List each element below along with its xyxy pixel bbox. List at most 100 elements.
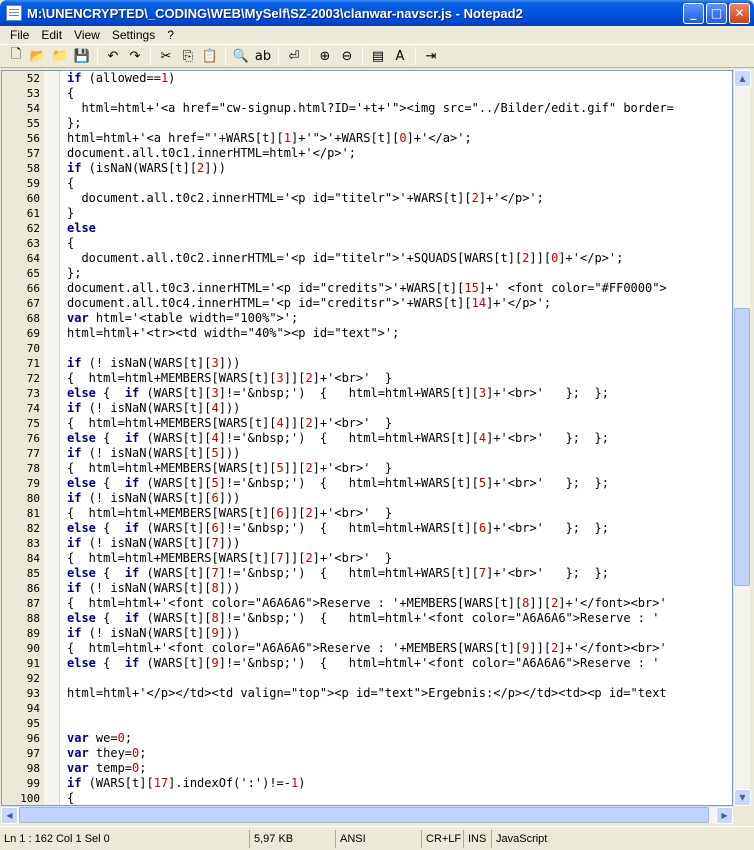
cut-icon[interactable]: ✂ <box>155 45 177 67</box>
new-file-icon[interactable]: 🗋 <box>5 45 27 67</box>
word-wrap-icon[interactable]: ⏎ <box>283 45 305 67</box>
code-line[interactable]: 82 else { if (WARS[t][6]!='&nbsp;') { htm… <box>2 521 732 536</box>
code-editor[interactable]: 52 if (allowed==1) 53{54 html=html+'<a hre… <box>1 70 733 806</box>
code-line[interactable]: 68 var html='<table width="100%">'; <box>2 311 732 326</box>
save-icon[interactable]: 💾 <box>71 45 93 67</box>
code-token: ) { html=html+ <box>298 611 422 625</box>
menu-edit[interactable]: Edit <box>35 28 68 42</box>
code-line[interactable]: 81 { html=html+MEMBERS[WARS[t][6]][2]+'<b… <box>2 506 732 521</box>
code-line[interactable]: 91 else { if (WARS[t][9]!='&nbsp;') { htm… <box>2 656 732 671</box>
replace-icon[interactable]: ab <box>252 45 274 67</box>
vertical-scrollbar[interactable]: ▲ ▼ <box>733 70 751 806</box>
line-number: 89 <box>26 627 40 640</box>
code-line[interactable]: 89 if (! isNaN(WARS[t][9])) <box>2 626 732 641</box>
font-icon[interactable]: A <box>389 45 411 67</box>
code-line[interactable]: 53 { <box>2 86 732 101</box>
redo-icon[interactable]: ↷ <box>124 45 146 67</box>
scroll-down-arrow-icon[interactable]: ▼ <box>734 789 751 806</box>
code-line[interactable]: 85 else { if (WARS[t][7]!='&nbsp;') { htm… <box>2 566 732 581</box>
code-token: else <box>67 221 96 235</box>
code-line[interactable]: 54 html=html+'<a href="cw-signup.html?ID… <box>2 101 732 116</box>
code-text: document.all.t0c3.innerHTML='<p id="cred… <box>67 281 667 296</box>
paste-icon[interactable]: 📋 <box>199 45 221 67</box>
code-line[interactable]: 94 <box>2 701 732 716</box>
horizontal-scrollbar[interactable]: ◀ ▶ <box>1 806 733 824</box>
close-button[interactable]: ✕ <box>729 3 750 24</box>
code-token: { <box>67 791 75 805</box>
menu-settings[interactable]: Settings <box>106 28 161 42</box>
find-icon[interactable]: 🔍 <box>230 45 252 67</box>
code-line[interactable]: 86 if (! isNaN(WARS[t][8])) <box>2 581 732 596</box>
code-line[interactable]: 88 else { if (WARS[t][8]!='&nbsp;') { htm… <box>2 611 732 626</box>
menu-view[interactable]: View <box>68 28 106 42</box>
code-line[interactable]: 60 document.all.t0c2.innerHTML='<p id="t… <box>2 191 732 206</box>
code-lines[interactable]: 52 if (allowed==1) 53{54 html=html+'<a hre… <box>2 71 732 805</box>
code-line[interactable]: 79 else { if (WARS[t][5]!='&nbsp;') { htm… <box>2 476 732 491</box>
browse-icon[interactable]: 📁 <box>49 45 71 67</box>
code-line[interactable]: 76 else { if (WARS[t][4]!='&nbsp;') { htm… <box>2 431 732 446</box>
code-line[interactable]: 55}; <box>2 116 732 131</box>
code-line[interactable]: 75 { html=html+MEMBERS[WARS[t][4]][2]+'<b… <box>2 416 732 431</box>
code-line[interactable]: 97 var they=0; <box>2 746 732 761</box>
code-token: 3 <box>211 386 219 400</box>
code-token: ) { html=html+ <box>298 656 422 670</box>
code-line[interactable]: 100 { <box>2 791 732 805</box>
code-line[interactable]: 65}; <box>2 266 732 281</box>
window-controls: _ □ ✕ <box>683 3 750 24</box>
code-line[interactable]: 87 { html=html+'<font color="A6A6A6">Rese… <box>2 596 732 611</box>
code-line[interactable]: 92 <box>2 671 732 686</box>
open-folder-icon[interactable]: 📂 <box>27 45 49 67</box>
code-line[interactable]: 52 if (allowed==1) <box>2 71 732 86</box>
scroll-left-arrow-icon[interactable]: ◀ <box>1 807 18 824</box>
minimize-button[interactable]: _ <box>683 3 704 24</box>
code-token: }; <box>67 116 82 130</box>
code-token: ])) <box>218 626 241 640</box>
horizontal-scroll-thumb[interactable] <box>19 807 709 823</box>
vertical-scroll-thumb[interactable] <box>734 308 750 586</box>
code-token: +t+ <box>363 101 385 115</box>
zoom-out-icon[interactable]: ⊖ <box>336 45 358 67</box>
code-line[interactable]: 83 if (! isNaN(WARS[t][7])) <box>2 536 732 551</box>
notepad-app-icon[interactable] <box>6 5 22 21</box>
menu-file[interactable]: File <box>4 28 35 42</box>
select-scheme-icon[interactable]: ▤ <box>367 45 389 67</box>
undo-icon[interactable]: ↶ <box>102 45 124 67</box>
code-line[interactable]: 71 if (! isNaN(WARS[t][3])) <box>2 356 732 371</box>
code-token: else <box>67 566 96 580</box>
scroll-right-arrow-icon[interactable]: ▶ <box>716 807 733 824</box>
code-token: 2 <box>305 416 313 430</box>
code-line[interactable]: 58 if (isNaN(WARS[t][2])) <box>2 161 732 176</box>
code-line[interactable]: 72 { html=html+MEMBERS[WARS[t][3]][2]+'<b… <box>2 371 732 386</box>
code-line[interactable]: 57 document.all.t0c1.innerHTML=html+'</p>… <box>2 146 732 161</box>
code-line[interactable]: 80 if (! isNaN(WARS[t][6])) <box>2 491 732 506</box>
code-line[interactable]: 56 html=html+'<a href="'+WARS[t][1]+'">'+… <box>2 131 732 146</box>
exit-icon[interactable]: ⇥ <box>420 45 442 67</box>
code-line[interactable]: 73 else { if (WARS[t][3]!='&nbsp;') { htm… <box>2 386 732 401</box>
code-line[interactable]: 70 <box>2 341 732 356</box>
code-token: ]!= <box>218 521 241 535</box>
zoom-in-icon[interactable]: ⊕ <box>314 45 336 67</box>
code-line[interactable]: 78 { html=html+MEMBERS[WARS[t][5]][2]+'<b… <box>2 461 732 476</box>
code-line[interactable]: 77 if (! isNaN(WARS[t][5])) <box>2 446 732 461</box>
code-line[interactable]: 66 document.all.t0c3.innerHTML='<p id="cr… <box>2 281 732 296</box>
code-token: '<table width="100%">' <box>132 311 291 325</box>
code-line[interactable]: 98 var temp=0; <box>2 761 732 776</box>
code-line[interactable]: 59 { <box>2 176 732 191</box>
maximize-button[interactable]: □ <box>706 3 727 24</box>
code-line[interactable]: 99 if (WARS[t][17].indexOf(':')!=-1) <box>2 776 732 791</box>
code-line[interactable]: 63 { <box>2 236 732 251</box>
code-line[interactable]: 96 var we=0; <box>2 731 732 746</box>
scroll-up-arrow-icon[interactable]: ▲ <box>734 70 751 87</box>
code-line[interactable]: 95 <box>2 716 732 731</box>
code-line[interactable]: 84 { html=html+MEMBERS[WARS[t][7]][2]+'<b… <box>2 551 732 566</box>
menu-help[interactable]: ? <box>161 28 180 42</box>
code-line[interactable]: 93 html=html+'</p></td><td valign="top"><… <box>2 686 732 701</box>
code-line[interactable]: 67 document.all.t0c4.innerHTML='<p id="cr… <box>2 296 732 311</box>
code-line[interactable]: 90 { html=html+'<font color="A6A6A6">Rese… <box>2 641 732 656</box>
code-line[interactable]: 74 if (! isNaN(WARS[t][4])) <box>2 401 732 416</box>
code-line[interactable]: 64 document.all.t0c2.innerHTML='<p id="t… <box>2 251 732 266</box>
code-line[interactable]: 61} <box>2 206 732 221</box>
code-line[interactable]: 62 else <box>2 221 732 236</box>
copy-icon[interactable]: ⎘ <box>177 45 199 67</box>
code-line[interactable]: 69 html=html+'<tr><td width="40%"><p id="… <box>2 326 732 341</box>
